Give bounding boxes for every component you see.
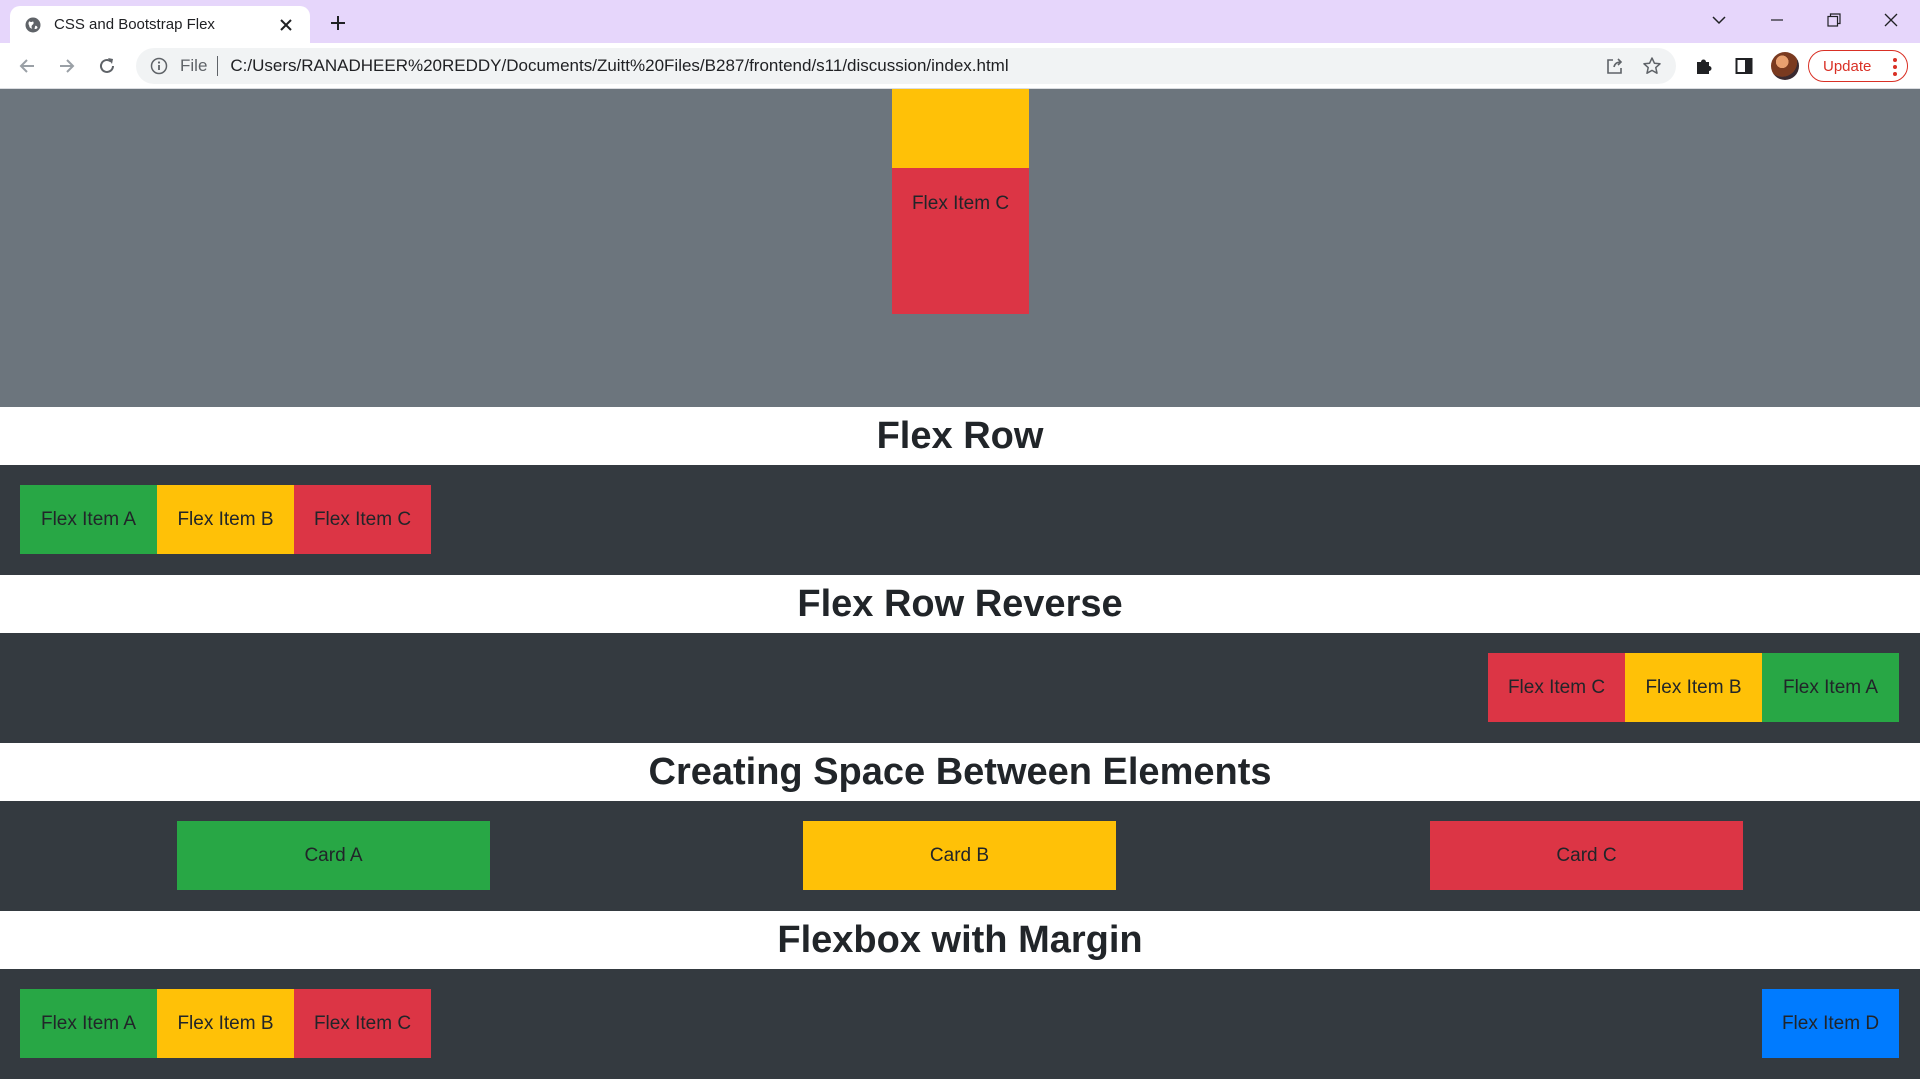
kebab-menu-icon[interactable] (1893, 58, 1897, 76)
heading-flexbox-margin: Flexbox with Margin (777, 918, 1143, 961)
flex-row-reverse-band: Flex Item C Flex Item B Flex Item A (0, 633, 1920, 743)
card-c: Card C (1430, 821, 1743, 890)
url-text[interactable]: C:/Users/RANADHEER%20REDDY/Documents/Zui… (230, 56, 1008, 76)
update-button[interactable]: Update (1808, 50, 1908, 82)
flex-row-item-c: Flex Item C (294, 485, 431, 554)
margin-item-c: Flex Item C (294, 989, 431, 1058)
reverse-item-a: Flex Item A (1762, 653, 1899, 722)
update-label: Update (1823, 57, 1872, 75)
reverse-item-b: Flex Item B (1625, 653, 1762, 722)
browser-toolbar: File C:/Users/RANADHEER%20REDDY/Document… (0, 43, 1920, 89)
page-viewport: Flex Item C Flex Row Flex Item A Flex It… (0, 89, 1920, 1080)
close-window-button[interactable] (1868, 4, 1914, 36)
info-icon[interactable] (150, 57, 168, 75)
flex-row-item-a: Flex Item A (20, 485, 157, 554)
new-tab-button[interactable] (322, 9, 354, 37)
restore-icon (1827, 13, 1841, 27)
reload-icon (100, 58, 114, 73)
space-between-band: Card A Card B Card C (0, 801, 1920, 911)
tab-search-button[interactable] (1696, 4, 1742, 36)
tab-title: CSS and Bootstrap Flex (54, 16, 215, 33)
arrow-right-icon (60, 59, 75, 73)
margin-item-b: Flex Item B (157, 989, 294, 1058)
flexbox-margin-band: Flex Item A Flex Item B Flex Item C Flex… (0, 969, 1920, 1079)
heading-flex-row: Flex Row (876, 414, 1044, 457)
margin-item-d: Flex Item D (1762, 989, 1899, 1058)
globe-icon (25, 17, 41, 32)
side-panel-icon[interactable] (1731, 53, 1757, 79)
star-icon[interactable] (1640, 54, 1664, 78)
heading-flex-row-reverse: Flex Row Reverse (797, 582, 1123, 625)
browser-tab[interactable]: CSS and Bootstrap Flex (10, 6, 310, 43)
reverse-item-c: Flex Item C (1488, 653, 1625, 722)
column-flex-item-c: Flex Item C (892, 168, 1029, 314)
minimize-icon (1771, 19, 1783, 21)
url-separator (217, 56, 219, 76)
address-bar[interactable]: File C:/Users/RANADHEER%20REDDY/Document… (136, 48, 1676, 84)
flex-column-section: Flex Item C (0, 89, 1920, 407)
puzzle-icon[interactable] (1691, 53, 1717, 79)
arrow-left-icon (19, 59, 34, 73)
back-button[interactable] (11, 50, 43, 82)
chevron-down-icon (1712, 16, 1726, 25)
column-flex-item-b (892, 89, 1029, 168)
flex-row-band: Flex Item A Flex Item B Flex Item C (0, 465, 1920, 575)
close-icon (1884, 13, 1898, 27)
tab-close-icon[interactable] (274, 13, 298, 37)
profile-avatar[interactable] (1771, 52, 1799, 80)
browser-tab-bar: CSS and Bootstrap Flex (0, 0, 1920, 43)
card-b: Card B (803, 821, 1116, 890)
reload-button[interactable] (91, 50, 123, 82)
share-icon[interactable] (1603, 54, 1627, 78)
margin-item-a: Flex Item A (20, 989, 157, 1058)
column-flex-item-c-label: Flex Item C (911, 193, 1010, 214)
forward-button[interactable] (51, 50, 83, 82)
flex-row-item-b: Flex Item B (157, 485, 294, 554)
minimize-button[interactable] (1754, 4, 1800, 36)
card-a: Card A (177, 821, 490, 890)
url-scheme-label: File (180, 56, 208, 75)
plus-icon (331, 16, 345, 30)
restore-button[interactable] (1811, 4, 1857, 36)
heading-space-between: Creating Space Between Elements (648, 750, 1272, 793)
